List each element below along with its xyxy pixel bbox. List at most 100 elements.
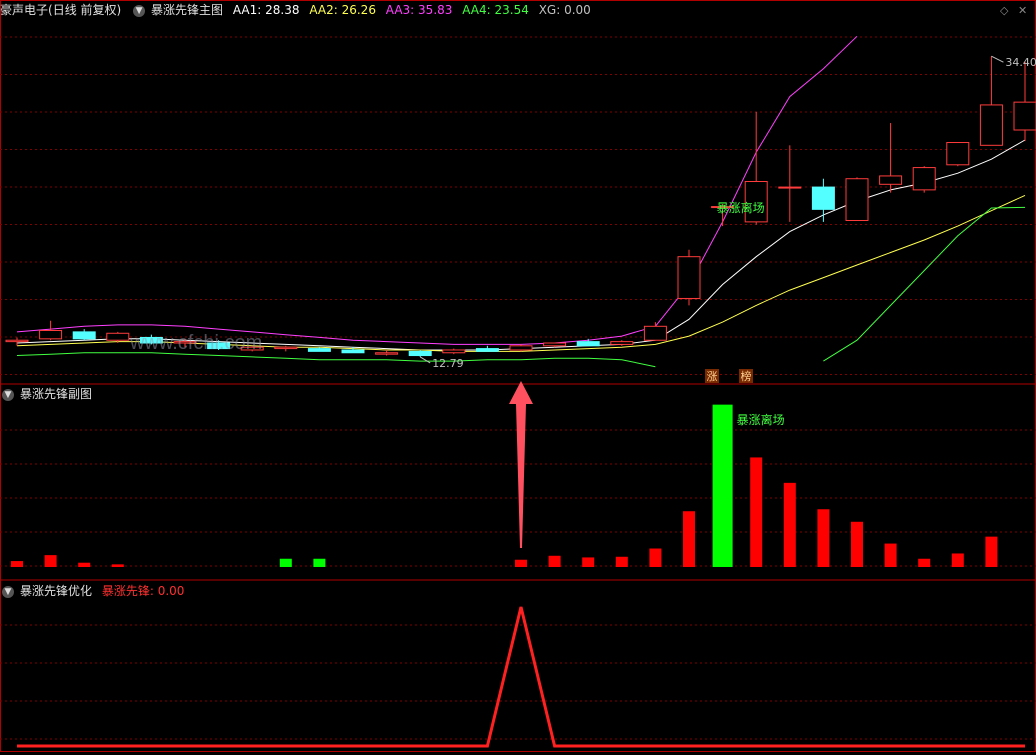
candle-body (778, 186, 802, 189)
series-label: 暴涨先锋: (101, 584, 154, 598)
aa1-value: 28.38 (265, 3, 300, 17)
bar (313, 558, 326, 567)
aa3-label: AA3: (385, 3, 415, 17)
candle (912, 166, 936, 193)
aa2-label: AA2: (309, 3, 338, 17)
bar (750, 457, 763, 567)
bar (985, 536, 998, 567)
series-value: 0.00 (157, 584, 185, 598)
candle-body (946, 142, 970, 166)
bar (279, 558, 292, 567)
candle-body (307, 348, 331, 352)
main-panel-header: 豪声电子(日线 前复权) ▼ 暴涨先锋主图 AA1: 28.38 AA2: 26.… (0, 0, 597, 20)
candle-body (543, 342, 567, 347)
bar (951, 553, 964, 567)
candle-body (912, 167, 936, 191)
high-price-label: 34.40 (1005, 56, 1036, 69)
aa4-readout: AA4: 23.54 (462, 3, 529, 17)
indicator-name[interactable]: 暴涨先锋主图 (151, 3, 223, 17)
chevron-down-icon[interactable]: ▼ (2, 585, 14, 598)
candle (845, 177, 869, 221)
chevron-down-icon[interactable]: ▼ (2, 388, 14, 401)
stock-name[interactable]: 豪声电子 (0, 3, 48, 17)
watermark: www.cfchi.com (130, 332, 263, 354)
chart-canvas[interactable]: 34.4012.79暴涨离场涨榜 暴涨离场 (0, 0, 1036, 752)
main-signal-text: 暴涨离场 (717, 200, 765, 215)
series-readout: 暴涨先锋: 0.00 (102, 584, 185, 598)
series-line-aa1 (16, 139, 1026, 351)
period-label[interactable]: (日线 前复权) (48, 3, 121, 17)
candle (879, 123, 903, 193)
candle-body (979, 104, 1003, 146)
sub-panel-header: ▼ 暴涨先锋副图 (0, 384, 98, 404)
aa4-label: AA4: (462, 3, 491, 17)
chevron-down-icon[interactable]: ▼ (133, 4, 146, 17)
aa1-readout: AA1: 28.38 (233, 3, 300, 17)
bar (817, 509, 830, 567)
candle-body (677, 256, 701, 299)
candle (811, 178, 835, 222)
candle-body (375, 352, 399, 355)
sub-indicator-name[interactable]: 暴涨先锋副图 (20, 387, 92, 401)
candle (375, 349, 399, 356)
candle-body (845, 178, 869, 221)
candle (643, 322, 667, 341)
aa2-readout: AA2: 26.26 (309, 3, 376, 17)
candle-body (610, 341, 634, 345)
candle (39, 320, 63, 341)
series-line-aa3 (16, 35, 858, 345)
aa2-value: 26.26 (341, 3, 376, 17)
candle-body (879, 175, 903, 185)
bar (582, 557, 595, 567)
bang-badge: 榜 (741, 369, 752, 383)
bar (884, 543, 897, 567)
candle-body (274, 346, 298, 350)
signal-arrow (509, 381, 533, 548)
chart-border (0, 0, 1036, 752)
candle (778, 145, 802, 222)
sub-panel-plot: 暴涨离场 (11, 381, 998, 567)
candle-body (106, 332, 130, 341)
candle (509, 344, 533, 352)
candle (5, 337, 29, 346)
candle-body (39, 329, 63, 340)
bar (615, 556, 628, 567)
aa4-value: 23.54 (494, 3, 529, 17)
candle-body (643, 325, 667, 341)
candle (677, 249, 701, 306)
aa3-value: 35.83 (418, 3, 453, 17)
low-pointer (419, 356, 431, 364)
bar (44, 555, 57, 567)
candle (1013, 61, 1036, 142)
bottom-indicator-name[interactable]: 暴涨先锋优化 (20, 584, 92, 598)
aa3-readout: AA3: 35.83 (386, 3, 453, 17)
candle-body (811, 186, 835, 210)
bar (548, 555, 561, 567)
bar (783, 482, 796, 567)
bar (918, 558, 931, 567)
candle (408, 349, 432, 357)
stock-chart[interactable]: 34.40 12.79 暴涨离场涨榜 暴涨离场 豪声电子(日线 前复权) ▼ 暴涨先锋… (0, 0, 1036, 752)
bar (683, 511, 695, 567)
bar (851, 521, 863, 567)
high-pointer (991, 55, 1004, 63)
xg-value: 0.00 (564, 3, 591, 17)
bar (78, 562, 91, 567)
grid-lines (0, 0, 1036, 752)
xg-readout: XG: 0.00 (539, 3, 591, 17)
sub-signal-text: 暴涨离场 (737, 412, 785, 427)
candle (946, 142, 970, 167)
candle-body (72, 331, 96, 340)
candle-body (509, 345, 533, 351)
bar (515, 559, 527, 567)
diamond-icon[interactable]: ◇ (1000, 4, 1008, 17)
candle-body (5, 339, 29, 343)
candle (576, 338, 600, 347)
close-icon[interactable]: ✕ (1018, 4, 1027, 17)
candle-body (1013, 101, 1036, 131)
candle-body (408, 350, 432, 357)
bar (649, 548, 662, 567)
series-line-signal (17, 606, 1025, 748)
xg-label: XG: (538, 3, 561, 17)
candle-body (576, 341, 600, 347)
